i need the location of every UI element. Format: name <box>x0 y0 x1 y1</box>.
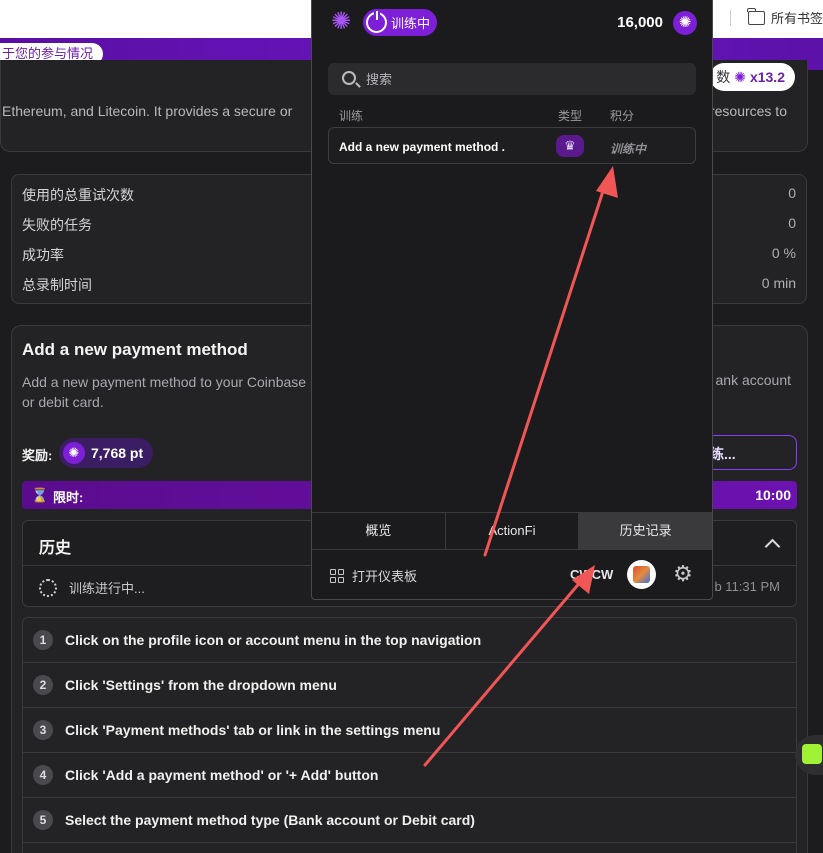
step-item: 3 Click 'Payment methods' tab or link in… <box>23 708 796 753</box>
column-header-task: 训练 <box>339 109 364 123</box>
open-dashboard-link[interactable]: 打开仪表板 <box>330 566 417 585</box>
step-text: Select the payment method type (Bank acc… <box>65 812 475 828</box>
points-coin-icon: ✺ <box>673 11 697 35</box>
step-item: 1 Click on the profile icon or account m… <box>23 618 796 663</box>
column-header-points: 积分 <box>610 109 635 123</box>
stat-label: 总录制时间 <box>22 277 92 293</box>
step-number: 2 <box>33 675 53 695</box>
status-label: 训练中 <box>391 16 431 31</box>
open-dashboard-label: 打开仪表板 <box>352 569 418 584</box>
training-status-toggle[interactable]: 训练中 <box>363 9 438 36</box>
timer-label: 限时: <box>53 490 84 505</box>
task-description-right: ank account <box>715 372 792 388</box>
popup-header: ✺ 训练中 16,000 ✺ <box>312 0 712 44</box>
tab-actionfi[interactable]: ActionFi <box>446 513 580 549</box>
task-row-name: Add a new payment method . <box>339 140 506 154</box>
search-box <box>328 63 696 95</box>
step-item: 4 Click 'Add a payment method' or '+ Add… <box>23 753 796 798</box>
search-icon <box>342 71 356 85</box>
multiplier-prefix: 数 <box>716 69 731 85</box>
logo-icon: ✺ <box>330 8 352 35</box>
card-description: Ethereum, and Litecoin. It provides a se… <box>2 103 293 119</box>
bookmark-separator <box>729 10 731 26</box>
gear-icon[interactable]: ⚙ <box>672 563 694 585</box>
points-total: 16,000 <box>617 14 663 31</box>
task-list-row[interactable]: Add a new payment method . ♛ 训练中 <box>328 127 696 164</box>
task-row-status: 训练中 <box>610 142 647 156</box>
tab-overview[interactable]: 概览 <box>312 513 446 549</box>
popup-footer: 打开仪表板 CWCW ⚙ <box>312 551 712 599</box>
loading-spinner-icon <box>39 578 57 597</box>
start-training-button[interactable]: 练... <box>710 435 797 470</box>
stat-label: 使用的总重试次数 <box>22 187 134 203</box>
multiplier-value: x13.2 <box>749 69 785 85</box>
history-title: 历史 <box>39 540 72 557</box>
tab-history[interactable]: 历史记录 <box>579 513 713 549</box>
step-item: 5 Select the payment method type (Bank a… <box>23 798 796 843</box>
search-input[interactable] <box>366 63 686 95</box>
stat-label: 成功率 <box>22 247 64 263</box>
reward-badge: ✺ 7,768 pt <box>59 438 154 468</box>
step-text: Click 'Settings' from the dropdown menu <box>65 677 337 693</box>
step-item: 2 Click 'Settings' from the dropdown men… <box>23 663 796 708</box>
avatar[interactable] <box>627 560 656 589</box>
history-item-label: 训练进行中... <box>69 581 145 596</box>
step-text: Click 'Payment methods' tab or link in t… <box>65 722 441 738</box>
reward-label: 奖励: <box>22 448 53 463</box>
step-number: 3 <box>33 720 53 740</box>
hourglass-icon: ⌛ <box>31 487 49 503</box>
step-text: Click on the profile icon or account men… <box>65 632 482 648</box>
stat-value: 0 min <box>761 275 796 291</box>
extension-popup: ✺ 训练中 16,000 ✺ 训练 类型 积分 Add a new paymen… <box>311 0 713 600</box>
task-type-icon: ♛ <box>556 135 584 157</box>
history-item-time: b 11:31 PM <box>714 579 780 594</box>
star-burst-icon: ✺ <box>734 68 746 85</box>
grid-icon <box>330 568 344 583</box>
stat-value: 0 <box>788 185 796 201</box>
step-number: 5 <box>33 810 53 830</box>
steps-list: 1 Click on the profile icon or account m… <box>22 617 797 853</box>
power-icon <box>366 11 387 33</box>
stat-value: 0 % <box>771 245 796 261</box>
popup-tabs: 概览 ActionFi 历史记录 <box>312 512 713 550</box>
step-text: Click 'Add a payment method' or '+ Add' … <box>65 767 379 783</box>
history-item: 训练进行中... <box>39 578 145 597</box>
step-number: 4 <box>33 765 53 785</box>
username: CWCW <box>570 567 614 582</box>
chevron-up-icon[interactable] <box>764 538 781 555</box>
bookmark-folder-label: 所有书签 <box>770 11 823 26</box>
timer-value: 10:00 <box>755 487 791 503</box>
stat-label: 失败的任务 <box>22 217 92 233</box>
column-header-type: 类型 <box>558 109 583 123</box>
folder-icon <box>747 7 765 25</box>
star-burst-icon: ✺ <box>63 442 85 464</box>
app-logo-icon <box>802 744 822 764</box>
reward-value: 7,768 pt <box>91 445 144 461</box>
step-number: 1 <box>33 630 53 650</box>
card-description-right: resources to <box>709 103 787 119</box>
multiplier-badge: 数 ✺ x13.2 <box>710 63 795 91</box>
task-title: Add a new payment method <box>22 340 248 359</box>
stat-value: 0 <box>788 215 796 231</box>
task-description: Add a new payment method to your Coinbas… <box>22 374 307 410</box>
bookmark-folder[interactable]: 所有书签 <box>729 7 823 27</box>
